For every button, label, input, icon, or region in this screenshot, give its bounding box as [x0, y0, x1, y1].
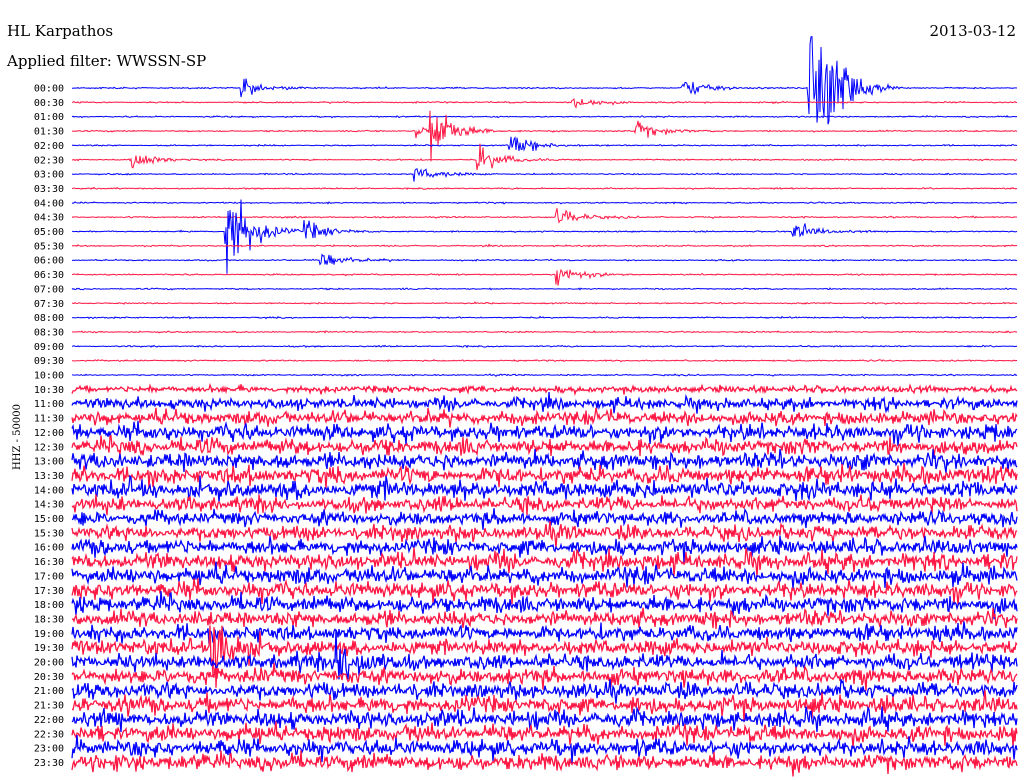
- trace-line: [72, 358, 1018, 363]
- trace-line: [71, 330, 1018, 334]
- row-time-label: 08:00: [34, 313, 64, 324]
- trace-line: [71, 561, 1018, 589]
- row-time-label: 22:00: [34, 715, 64, 726]
- trace-line: [71, 201, 1018, 205]
- row-time-label: 11:30: [34, 414, 64, 425]
- row-time-label: 01:00: [34, 112, 64, 123]
- row-time-label: 17:30: [34, 586, 64, 597]
- row-time-label: 05:30: [34, 241, 64, 252]
- row-time-label: 07:00: [34, 284, 64, 295]
- trace-line: [71, 344, 1018, 349]
- row-time-label: 21:00: [34, 686, 64, 697]
- row-time-label: 09:00: [34, 342, 64, 353]
- trace-line: [71, 168, 1018, 182]
- helicorder-plot: 00:00 00:30 01:00 01:30 02:00 02:30 03:00 03:30…: [34, 36, 1018, 777]
- trace-line: [72, 36, 1018, 125]
- row-time-label: 10:00: [34, 371, 64, 382]
- row-time-label: 00:00: [34, 84, 64, 95]
- trace-line: [71, 208, 1018, 224]
- row-time-label: 04:00: [34, 198, 64, 209]
- trace-line: [71, 136, 1018, 152]
- row-time-label: 13:00: [34, 457, 64, 468]
- row-time-label: 11:00: [34, 399, 64, 410]
- row-time-label: 23:00: [34, 744, 64, 755]
- row-time-label: 15:00: [34, 514, 64, 525]
- row-time-label: 19:30: [34, 643, 64, 654]
- row-time-label: 06:00: [34, 256, 64, 267]
- row-time-label: 10:30: [34, 385, 64, 396]
- row-time-label: 23:30: [34, 758, 64, 769]
- trace-line: [71, 382, 1018, 396]
- row-time-label: 18:30: [34, 614, 64, 625]
- trace-line: [71, 448, 1018, 474]
- row-time-label: 20:30: [34, 672, 64, 683]
- trace-line: [71, 243, 1018, 248]
- row-time-label: 01:30: [34, 127, 64, 138]
- trace-line: [71, 199, 1018, 274]
- trace-line: [71, 434, 1018, 457]
- trace-line: [72, 110, 1018, 162]
- trace-line: [71, 315, 1017, 320]
- row-time-label: 03:00: [34, 170, 64, 181]
- trace-line: [71, 607, 1018, 630]
- row-time-label: 21:30: [34, 701, 64, 712]
- trace-line: [71, 186, 1018, 191]
- row-time-label: 04:30: [34, 213, 64, 224]
- trace-line: [71, 721, 1018, 748]
- row-time-label: 20:00: [34, 658, 64, 669]
- row-time-label: 15:30: [34, 528, 64, 539]
- date-label: 2013-03-12: [929, 22, 1016, 40]
- row-time-label: 16:30: [34, 557, 64, 568]
- row-time-label: 12:30: [34, 442, 64, 453]
- row-time-label: 02:00: [34, 141, 64, 152]
- row-time-label: 06:30: [34, 270, 64, 281]
- filter-label: Applied filter: WWSSN-SP: [7, 52, 207, 70]
- row-time-label: 18:00: [34, 600, 64, 611]
- row-time-label: 22:30: [34, 729, 64, 740]
- row-time-label: 14:00: [34, 485, 64, 496]
- row-time-label: 03:30: [34, 184, 64, 195]
- row-time-label: 16:00: [34, 543, 64, 554]
- row-time-label: 07:30: [34, 299, 64, 310]
- trace-line: [71, 114, 1018, 119]
- trace-line: [71, 98, 1018, 109]
- trace-line: [71, 750, 1018, 777]
- trace-line: [72, 268, 1018, 286]
- trace-line: [71, 253, 1018, 266]
- row-time-label: 09:30: [34, 356, 64, 367]
- row-time-label: 08:30: [34, 327, 64, 338]
- channel-label: HHZ - 50000: [12, 404, 23, 470]
- row-time-label: 19:00: [34, 629, 64, 640]
- row-time-label: 13:30: [34, 471, 64, 482]
- trace-line: [71, 143, 1018, 171]
- row-time-label: 17:00: [34, 571, 64, 582]
- row-time-label: 14:30: [34, 500, 64, 511]
- row-time-label: 00:30: [34, 98, 64, 109]
- station-title: HL Karpathos: [7, 22, 114, 40]
- row-time-label: 12:00: [34, 428, 64, 439]
- trace-line: [71, 287, 1017, 291]
- trace-line: [71, 301, 1017, 305]
- row-time-label: 05:00: [34, 227, 64, 238]
- trace-line: [71, 407, 1018, 428]
- trace-line: [71, 373, 1018, 378]
- trace-line: [71, 392, 1018, 414]
- row-time-label: 02:30: [34, 155, 64, 166]
